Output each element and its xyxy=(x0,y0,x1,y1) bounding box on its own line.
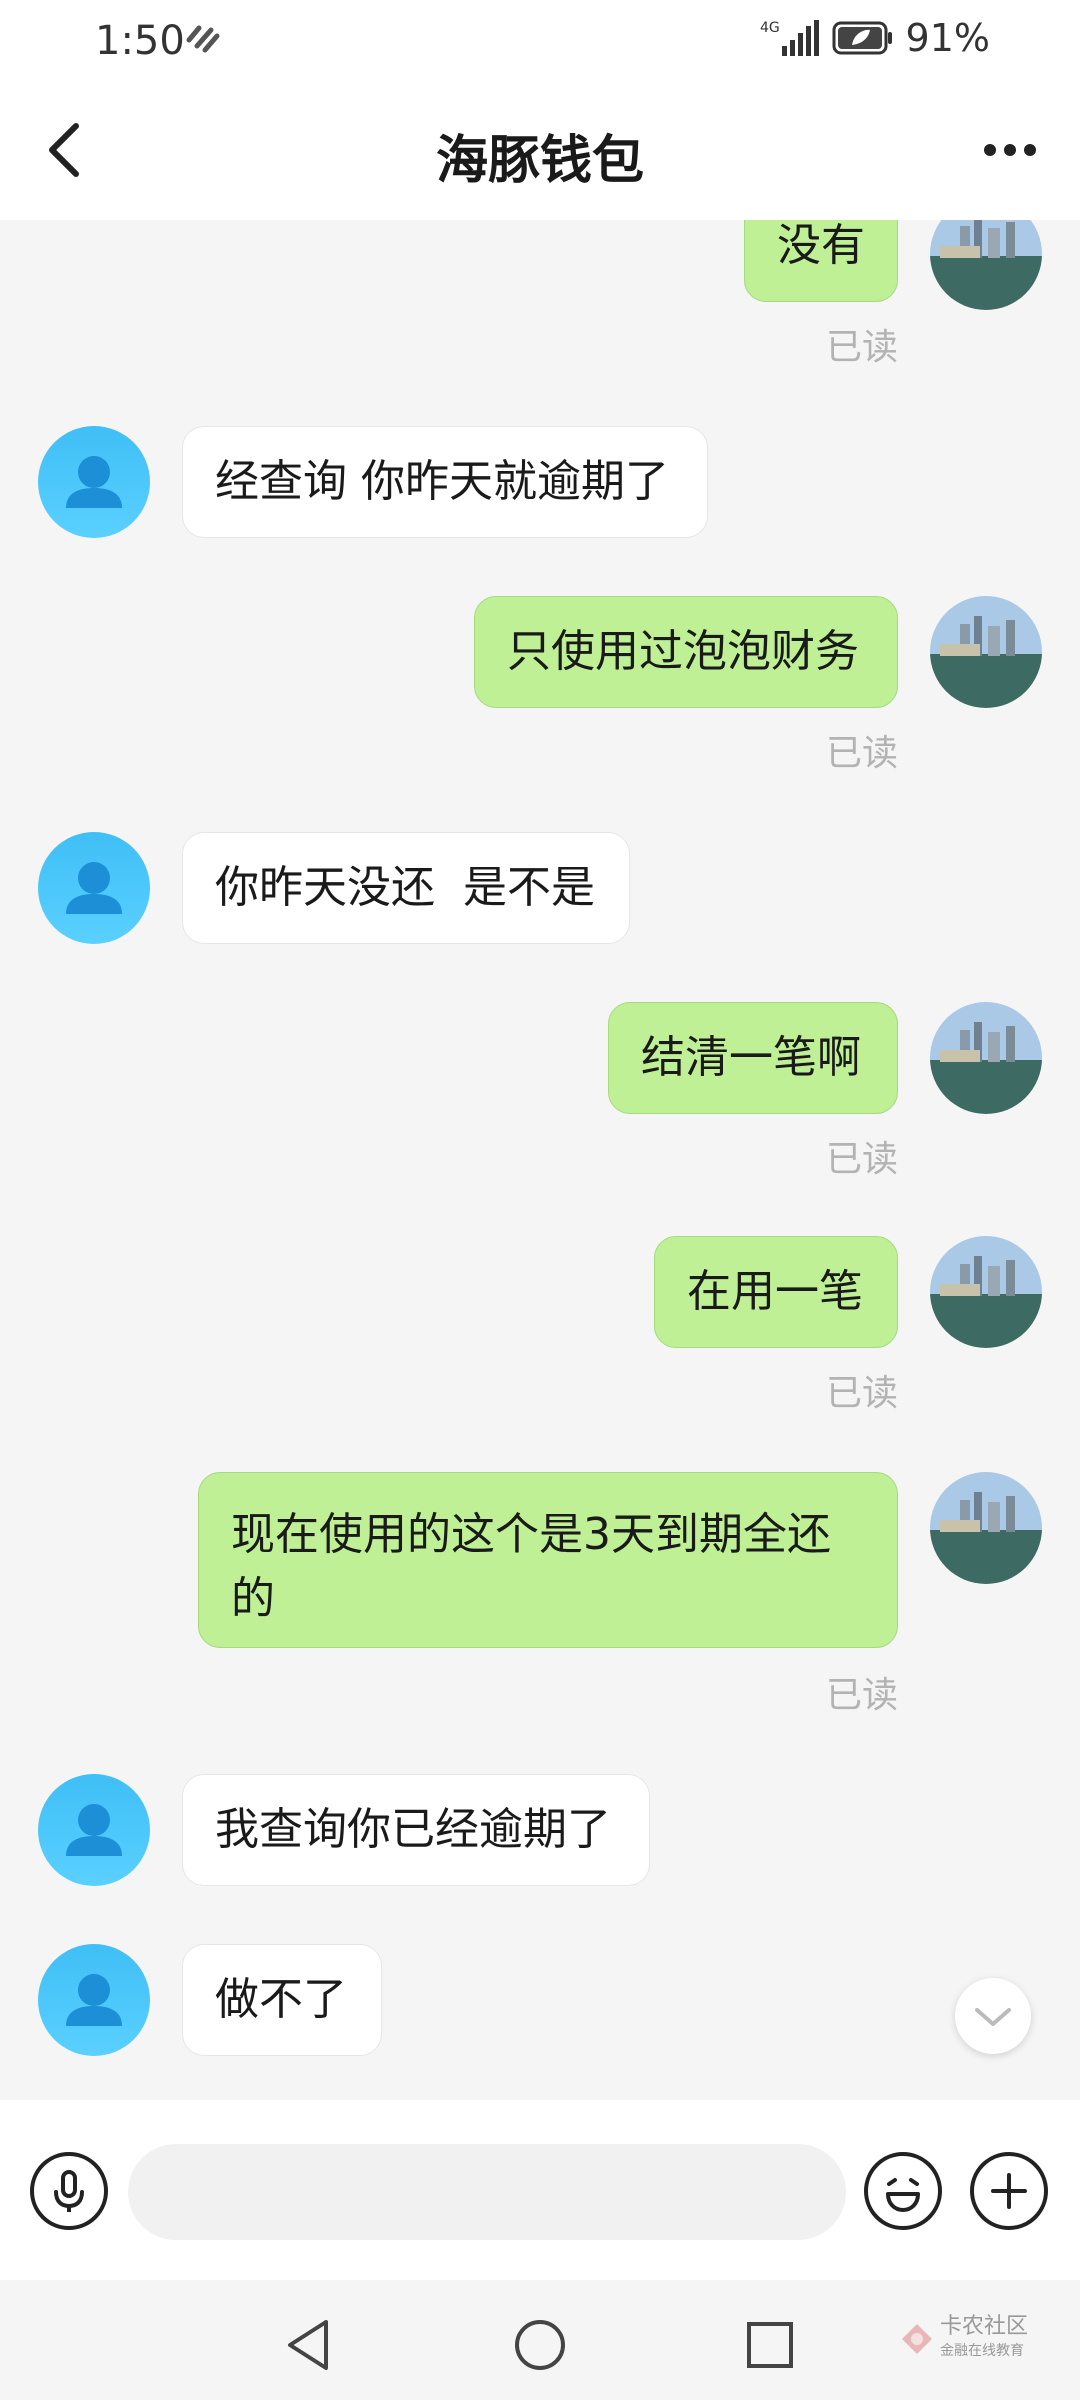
chevron-down-icon xyxy=(975,2008,1011,2026)
microphone-icon xyxy=(30,2152,108,2230)
network-type: 4G xyxy=(760,20,780,36)
person-icon xyxy=(66,456,122,508)
battery-percent: 91% xyxy=(905,16,990,60)
read-status: 已读 xyxy=(826,327,899,368)
self-avatar[interactable] xyxy=(930,1236,1042,1348)
self-avatar[interactable] xyxy=(930,1472,1042,1584)
message-bubble-contact[interactable]: 我查询你已经逾期了 xyxy=(182,1774,650,1886)
nav-back-button[interactable] xyxy=(274,2310,344,2380)
read-status: 已读 xyxy=(826,1373,899,1414)
more-dots-icon xyxy=(984,144,1036,156)
plus-icon xyxy=(970,2152,1048,2230)
person-icon xyxy=(66,1974,122,2026)
nav-home-button[interactable] xyxy=(505,2310,575,2380)
message-input[interactable] xyxy=(128,2144,846,2240)
message-bubble-contact[interactable]: 经查询 你昨天就逾期了 xyxy=(182,426,708,538)
square-recents-icon xyxy=(747,2322,793,2368)
message-bubble-self[interactable]: 没有 xyxy=(744,220,898,302)
read-status: 已读 xyxy=(826,1139,899,1180)
contact-avatar[interactable] xyxy=(38,1944,150,2056)
watermark-logo-icon xyxy=(902,2324,932,2354)
message-bubble-self[interactable]: 只使用过泡泡财务 xyxy=(474,596,898,708)
message-text-line1: 现在使用的这个是3天到期全还 xyxy=(231,1509,831,1560)
message-bubble-self[interactable]: 结清一笔啊 xyxy=(608,1002,898,1114)
status-indicators: 4G 91% xyxy=(760,16,990,60)
self-avatar[interactable] xyxy=(930,220,1042,310)
app-header: 海豚钱包 xyxy=(0,80,1080,220)
message-text: 只使用过泡泡财务 xyxy=(507,626,859,677)
watermark-line1: 卡农社区 xyxy=(940,2314,1029,2339)
message-bubble-contact[interactable]: 做不了 xyxy=(182,1944,382,2056)
message-text: 没有 xyxy=(777,220,865,271)
input-bar xyxy=(0,2100,1080,2280)
emoji-button[interactable] xyxy=(862,2150,944,2232)
message-text: 你昨天没还 是不是 xyxy=(215,862,595,913)
smiley-icon xyxy=(864,2152,942,2230)
city-skyline-photo xyxy=(930,1472,1042,1584)
chat-area[interactable]: 没有 已读 经查询 你昨天就逾期了 只使用过泡泡财务 已读 你昨天没还 是不是 … xyxy=(0,220,1080,2100)
status-bar: 1:50 4G 91% xyxy=(0,0,1080,80)
city-skyline-photo xyxy=(930,1236,1042,1348)
person-icon xyxy=(66,862,122,914)
person-icon xyxy=(66,1804,122,1856)
read-status: 已读 xyxy=(826,1675,899,1716)
city-skyline-photo xyxy=(930,1002,1042,1114)
message-text-line2: 的 xyxy=(231,1573,275,1624)
self-avatar[interactable] xyxy=(930,1002,1042,1114)
status-time: 1:50 xyxy=(95,18,185,64)
self-avatar[interactable] xyxy=(930,596,1042,708)
message-bubble-self[interactable]: 现在使用的这个是3天到期全还 的 xyxy=(198,1472,898,1648)
read-status: 已读 xyxy=(826,733,899,774)
message-bubble-contact[interactable]: 你昨天没还 是不是 xyxy=(182,832,630,944)
nav-recents-button[interactable] xyxy=(735,2310,805,2380)
system-nav-bar: 卡农社区 金融在线教育 xyxy=(0,2280,1080,2400)
message-text: 做不了 xyxy=(215,1974,347,2025)
more-options-button[interactable] xyxy=(968,2150,1050,2232)
message-bubble-self[interactable]: 在用一笔 xyxy=(654,1236,898,1348)
circle-home-icon xyxy=(515,2320,565,2370)
watermark-line2: 金融在线教育 xyxy=(940,2343,1024,2359)
contact-avatar[interactable] xyxy=(38,832,150,944)
notification-icon xyxy=(186,25,220,53)
contact-avatar[interactable] xyxy=(38,426,150,538)
contact-avatar[interactable] xyxy=(38,1774,150,1886)
scroll-to-bottom-button[interactable] xyxy=(955,1978,1031,2054)
watermark: 卡农社区 金融在线教育 xyxy=(900,2315,1028,2363)
voice-button[interactable] xyxy=(28,2150,110,2232)
message-text: 结清一笔啊 xyxy=(641,1032,861,1083)
message-text: 在用一笔 xyxy=(687,1266,863,1317)
triangle-back-icon xyxy=(288,2320,328,2370)
city-skyline-photo xyxy=(930,596,1042,708)
page-title: 海豚钱包 xyxy=(435,131,644,191)
battery-icon xyxy=(832,21,892,55)
city-skyline-photo xyxy=(930,220,1042,310)
more-button[interactable] xyxy=(960,110,1060,190)
message-text: 经查询 你昨天就逾期了 xyxy=(215,456,669,507)
signal-icon: 4G xyxy=(760,20,819,56)
message-text: 我查询你已经逾期了 xyxy=(215,1804,611,1855)
